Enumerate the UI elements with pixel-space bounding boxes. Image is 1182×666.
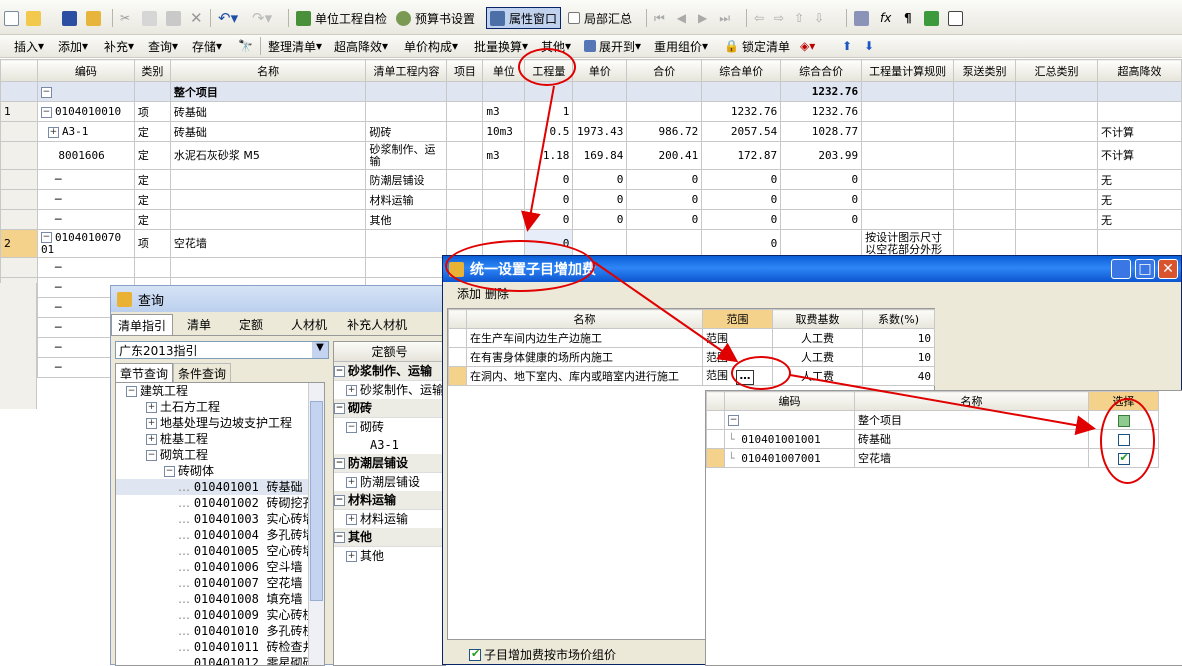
annotation-arrows [521, 85, 1096, 436]
